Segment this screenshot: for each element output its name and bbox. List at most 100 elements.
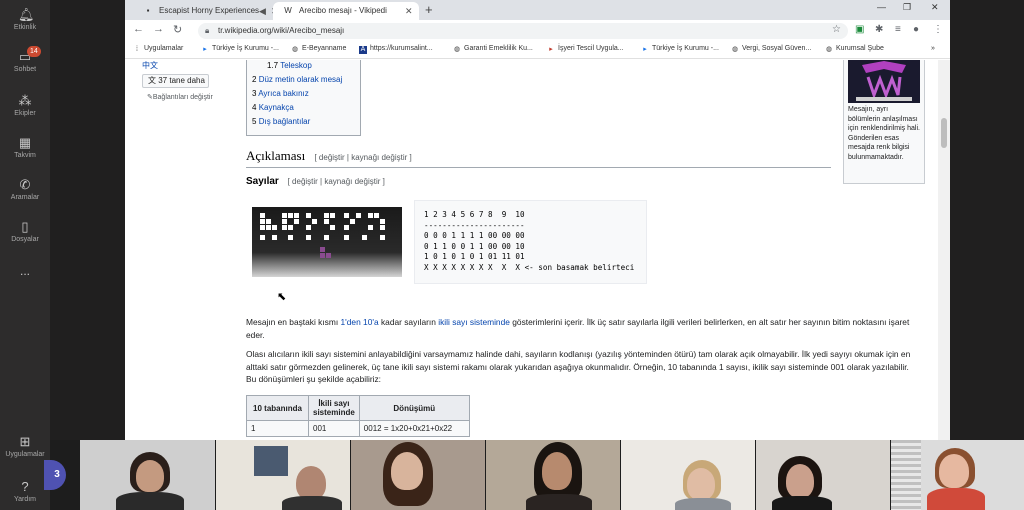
rail-calendar[interactable]: ▦ Takvim: [0, 136, 50, 160]
binary-table-preformatted: 1 2 3 4 5 6 7 8 9 10 -------------------…: [414, 200, 647, 284]
lock-icon: 🔒︎: [205, 26, 210, 35]
bookmark-label: Uygulamalar: [144, 45, 184, 52]
bookmark-apps[interactable]: ⁞ Uygulamalar: [133, 45, 183, 54]
phone-icon: ✆: [19, 177, 31, 192]
back-icon[interactable]: ←: [133, 23, 144, 35]
meeting-video-strip: [50, 440, 1024, 510]
toc-label: Kaynakça: [258, 103, 294, 112]
tab-escapist[interactable]: ▪ Escapist Horny Experiences ◀ ✕: [133, 2, 273, 20]
bookmark-garanti[interactable]: ◍ Garanti Emeklilik Ku...: [453, 45, 533, 54]
table-cell: 001: [308, 420, 360, 437]
toc-item[interactable]: 1.7 Teleskop: [267, 61, 312, 70]
more-bookmarks-icon[interactable]: »: [931, 45, 935, 52]
scroll-thumb[interactable]: [941, 118, 947, 148]
url-text: tr.wikipedia.org/wiki/Arecibo_mesajı: [218, 26, 345, 35]
tab-favicon-icon: ▪: [146, 6, 150, 15]
bookmark-iskur-1[interactable]: ▸ Türkiye İş Kurumu -...: [201, 45, 279, 54]
rail-apps[interactable]: ⊞ Uygulamalar: [0, 435, 50, 459]
rail-calls[interactable]: ✆ Aramalar: [0, 177, 50, 202]
media-icon[interactable]: ≡: [895, 24, 901, 35]
rail-label: Ekipler: [14, 110, 36, 117]
more-icon: ...: [19, 264, 30, 278]
bookmark-label: Garanti Emeklilik Ku...: [464, 45, 533, 52]
bookmark-vergi[interactable]: ◍ Vergi, Sosyal Güven...: [731, 45, 811, 54]
participant-video[interactable]: [891, 440, 1024, 510]
link-1-10[interactable]: 1'den 10'a: [341, 317, 379, 327]
edit-subsection-link[interactable]: [ değiştir | kaynağı değiştir ]: [288, 177, 385, 186]
edit-section-link[interactable]: [ değiştir | kaynağı değiştir ]: [314, 153, 411, 162]
bookmark-kurumsal-sube[interactable]: ◍ Kurumsal Şube: [825, 45, 884, 54]
bookmark-label: E-Beyanname: [302, 45, 347, 52]
participant-video[interactable]: [80, 440, 215, 510]
bookmark-iskur-2[interactable]: ▸ Türkiye İş Kurumu -...: [641, 45, 719, 54]
toc-label: Teleskop: [280, 61, 312, 70]
toc-item[interactable]: 3 Ayrıca bakınız: [252, 89, 309, 98]
bookmark-isyeri[interactable]: ▸ İşyeri Tescil Uygula...: [547, 45, 623, 54]
minimize-icon[interactable]: —: [877, 2, 886, 12]
bell-icon: 🔔︎: [18, 7, 35, 22]
wall-picture: [254, 446, 288, 476]
pre-line: X X X X X X X X X X <- son basamak belir…: [424, 262, 635, 272]
rail-label: Sohbet: [13, 66, 37, 73]
participant-video[interactable]: [216, 440, 350, 510]
bookmark-favicon-icon: ▸: [203, 46, 207, 53]
col-header: Dönüşümü: [358, 395, 470, 421]
paragraph-2: Olası alıcıların ikili sayı sistemini an…: [246, 349, 911, 385]
rail-label: Dosyalar: [11, 236, 39, 243]
rail-teams[interactable]: ⁂ Ekipler: [0, 93, 50, 118]
table-row: 1 001 0012 = 1x20+0x21+0x22: [246, 420, 470, 437]
more-languages-label: 37 tane daha: [158, 76, 205, 85]
paragraph-1: Mesajın en baştaki kısmı 1'den 10'a kada…: [246, 316, 918, 341]
teams-icon: ⁂: [18, 93, 32, 108]
rail-more[interactable]: ...: [0, 264, 50, 278]
subsection-title: Sayılar: [246, 176, 279, 187]
toc-item[interactable]: 4 Kaynakça: [252, 103, 294, 112]
toc-label: Ayrıca bakınız: [258, 89, 309, 98]
profile-icon[interactable]: ●: [913, 24, 919, 35]
rail-help[interactable]: ? Yardım: [0, 480, 50, 504]
table-header-row: 10 tabanında İkili sayı sisteminde Dönüş…: [246, 395, 470, 421]
globe-icon: ◍: [825, 46, 833, 53]
rail-chat[interactable]: ▭ 14 Sohbet: [0, 46, 50, 73]
pre-line: 1 0 1 0 1 0 1 01 11 01: [424, 252, 525, 261]
bookmark-star-icon[interactable]: ☆: [832, 24, 841, 35]
close-tab-icon[interactable]: ✕: [405, 2, 413, 20]
link-binary[interactable]: ikili sayı sisteminde: [438, 317, 510, 327]
para-text: Mesajın en baştaki kısmı: [246, 317, 341, 327]
toc-item[interactable]: 2 Düz metin olarak mesaj: [252, 75, 342, 84]
tab-arecibo[interactable]: W Arecibo mesajı - Vikipedi ✕: [273, 2, 419, 20]
page-scrollbar[interactable]: [938, 60, 950, 440]
new-tab-icon[interactable]: +: [425, 2, 433, 18]
arecibo-colored-image[interactable]: [848, 60, 920, 103]
bookmark-ebeyanname[interactable]: ◍ E-Beyanname: [291, 45, 346, 54]
wiki-page: 中文 文 37 tane daha ✎Bağlantıları değiştir…: [125, 60, 950, 440]
extension-sheets-icon[interactable]: ▣: [855, 24, 864, 35]
rail-activity[interactable]: 🔔︎ Etkinlik: [0, 7, 50, 32]
bookmark-favicon-icon: ▸: [643, 46, 647, 53]
forward-icon[interactable]: →: [153, 23, 164, 35]
bookmark-favicon-icon: ▸: [549, 46, 553, 53]
participant-video[interactable]: [621, 440, 755, 510]
arecibo-numbers-image[interactable]: [252, 207, 402, 277]
rail-files[interactable]: ▯ Dosyalar: [0, 220, 50, 244]
bookmark-favicon-icon: A: [359, 46, 367, 54]
toc-label: Düz metin olarak mesaj: [258, 75, 343, 84]
menu-icon[interactable]: ⋮: [933, 24, 943, 35]
mute-icon[interactable]: ◀: [259, 2, 266, 20]
participant-video[interactable]: [486, 440, 620, 510]
bookmark-kurumsal[interactable]: Ahttps://kurumsalint...: [359, 45, 433, 54]
edit-language-links[interactable]: ✎Bağlantıları değiştir: [147, 93, 213, 101]
extensions-icon[interactable]: ✱: [875, 24, 883, 35]
maximize-icon[interactable]: ❐: [903, 2, 911, 13]
more-languages-button[interactable]: 文 37 tane daha: [142, 74, 209, 88]
reload-icon[interactable]: ↻: [173, 23, 182, 36]
participant-video[interactable]: [351, 440, 485, 510]
language-link[interactable]: 中文: [142, 60, 158, 71]
bookmark-label: Kurumsal Şube: [836, 45, 884, 52]
close-window-icon[interactable]: ✕: [931, 2, 939, 13]
address-bar[interactable]: 🔒︎ tr.wikipedia.org/wiki/Arecibo_mesajı: [198, 23, 848, 39]
tab-strip: ▪ Escapist Horny Experiences ◀ ✕ W Areci…: [125, 0, 950, 20]
toc-item[interactable]: 5 Dış bağlantılar: [252, 117, 310, 126]
pre-line: ----------------------: [424, 220, 525, 230]
participant-video[interactable]: [756, 440, 890, 510]
